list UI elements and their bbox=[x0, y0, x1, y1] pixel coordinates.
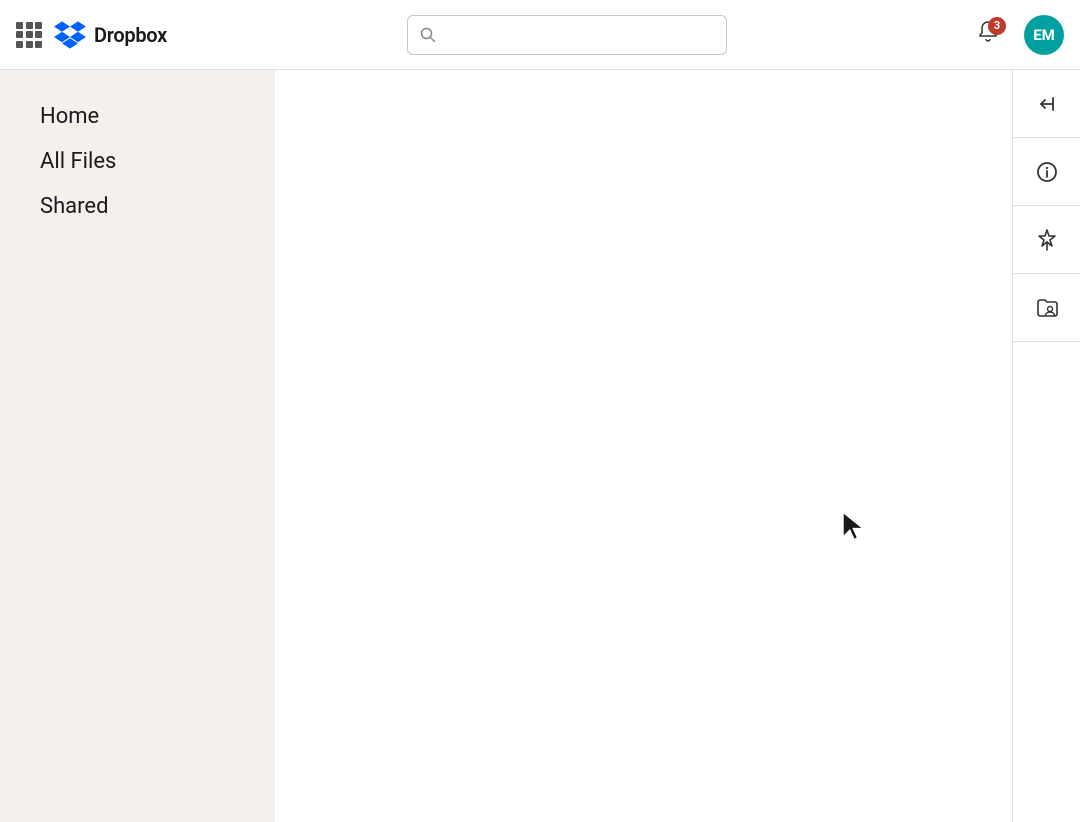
user-avatar[interactable]: EM bbox=[1024, 15, 1064, 55]
main-content bbox=[275, 70, 1012, 822]
header: Dropbox 3 EM bbox=[0, 0, 1080, 70]
folder-user-icon bbox=[1035, 296, 1059, 320]
info-icon bbox=[1035, 160, 1059, 184]
sidebar: Home All Files Shared bbox=[0, 70, 275, 822]
dropbox-logo-link[interactable]: Dropbox bbox=[54, 21, 167, 49]
header-center bbox=[167, 15, 968, 55]
search-icon bbox=[420, 27, 436, 43]
pin-icon bbox=[1035, 228, 1059, 252]
sidebar-item-all-files[interactable]: All Files bbox=[0, 139, 275, 184]
search-bar[interactable] bbox=[407, 15, 727, 55]
right-panel bbox=[1012, 70, 1080, 822]
apps-grid-icon[interactable] bbox=[16, 22, 42, 48]
search-input[interactable] bbox=[444, 27, 714, 43]
notification-count: 3 bbox=[988, 17, 1006, 35]
collapse-left-icon bbox=[1035, 92, 1059, 116]
folder-sharing-button[interactable] bbox=[1013, 274, 1080, 342]
notifications-button[interactable]: 3 bbox=[968, 15, 1008, 55]
main-layout: Home All Files Shared bbox=[0, 70, 1080, 822]
logo-text: Dropbox bbox=[94, 23, 167, 47]
sidebar-item-home[interactable]: Home bbox=[0, 94, 275, 139]
dropbox-logo-icon bbox=[54, 21, 86, 49]
info-button[interactable] bbox=[1013, 138, 1080, 206]
sidebar-nav: Home All Files Shared bbox=[0, 94, 275, 229]
collapse-panel-button[interactable] bbox=[1013, 70, 1080, 138]
mouse-cursor-icon bbox=[840, 510, 870, 545]
header-left: Dropbox bbox=[16, 21, 167, 49]
header-right: 3 EM bbox=[968, 15, 1064, 55]
sidebar-item-shared[interactable]: Shared bbox=[0, 184, 275, 229]
pin-button[interactable] bbox=[1013, 206, 1080, 274]
